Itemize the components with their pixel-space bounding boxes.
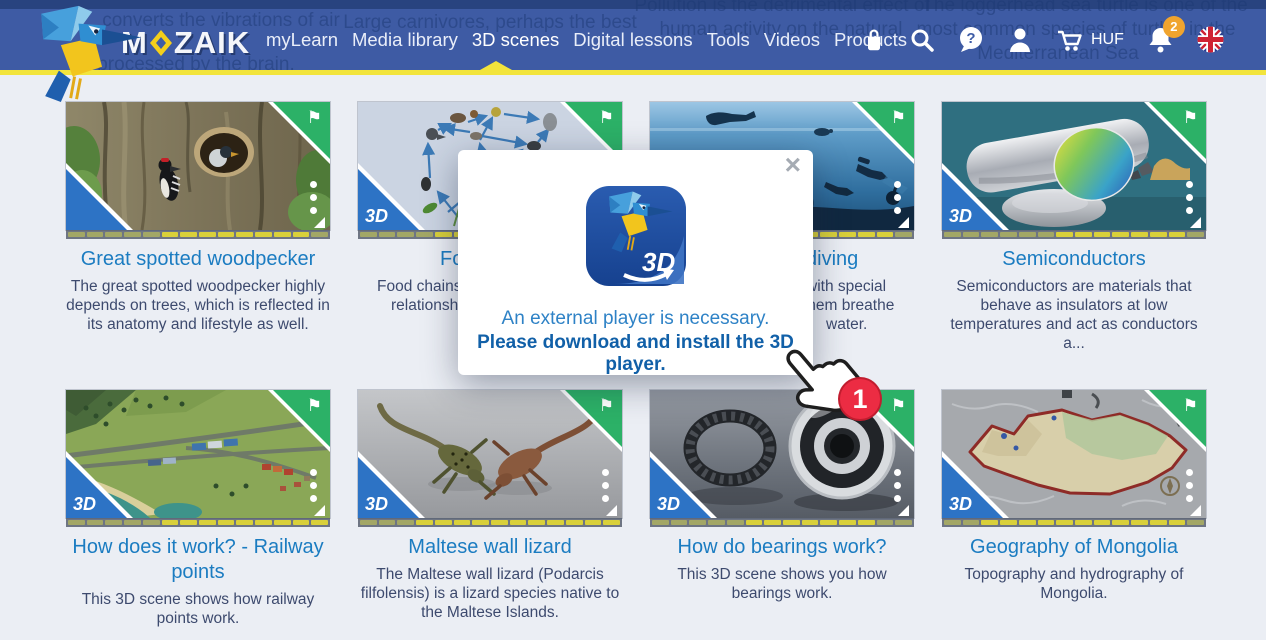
lizard-thumbnail[interactable]: ⚑ 3D bbox=[358, 390, 622, 518]
scene-card-railway-points[interactable]: ⚑ 3D How does it work? - Railway points … bbox=[66, 390, 330, 629]
scene-card-mongolia[interactable]: ⚑ 3D Geography of Mongolia Topography an… bbox=[942, 390, 1206, 604]
bell-icon[interactable]: 2 bbox=[1147, 25, 1174, 54]
user-icon[interactable] bbox=[1007, 26, 1033, 53]
card-description: Topography and hydrography of Mongolia. bbox=[942, 566, 1206, 604]
nav-item-videos[interactable]: Videos bbox=[764, 29, 820, 51]
semiconductors-thumbnail[interactable]: ⚑ 3D bbox=[942, 102, 1206, 230]
mozaik-3d-app-icon: 3D bbox=[586, 186, 686, 286]
search-icon[interactable] bbox=[909, 27, 935, 53]
flag-icon: ⚑ bbox=[891, 108, 906, 128]
progress-strip bbox=[66, 518, 330, 527]
notification-badge: 2 bbox=[1163, 16, 1185, 38]
nav-item-3d-scenes[interactable]: 3D scenes bbox=[472, 29, 559, 51]
nav-underline bbox=[0, 70, 1266, 75]
card-menu-dots[interactable] bbox=[1186, 181, 1193, 214]
tutorial-step-badge: 1 bbox=[838, 377, 882, 421]
3d-badge-label: 3D bbox=[73, 494, 96, 515]
progress-strip bbox=[66, 230, 330, 239]
cart-icon[interactable]: HUF bbox=[1056, 26, 1124, 53]
card-title[interactable]: Semiconductors bbox=[942, 247, 1206, 272]
modal-message: An external player is necessary. bbox=[458, 308, 813, 330]
scene-card-bearings[interactable]: ⚑ 3D How do bearings work? This 3D scene… bbox=[650, 390, 914, 604]
card-title[interactable]: Geography of Mongolia bbox=[942, 535, 1206, 560]
progress-strip bbox=[942, 518, 1206, 527]
wordmark-rest: ZAIK bbox=[174, 25, 250, 61]
navbar-top-strip bbox=[0, 0, 1266, 9]
flag-icon: ⚑ bbox=[307, 108, 322, 128]
external-player-modal: × 3D An external player is necessary. Pl… bbox=[458, 150, 813, 375]
progress-strip bbox=[942, 230, 1206, 239]
flag-icon: ⚑ bbox=[891, 396, 906, 416]
railway-thumbnail[interactable]: ⚑ 3D bbox=[66, 390, 330, 518]
progress-strip bbox=[358, 518, 622, 527]
card-title[interactable]: Great spotted woodpecker bbox=[66, 247, 330, 272]
3d-badge-label: 3D bbox=[949, 494, 972, 515]
card-description: This 3D scene shows how railway points w… bbox=[66, 591, 330, 629]
card-description: The great spotted woodpecker highly depe… bbox=[66, 278, 330, 335]
card-description: Semiconductors are materials that behave… bbox=[942, 278, 1206, 354]
card-menu-dots[interactable] bbox=[310, 181, 317, 214]
language-flag-uk-icon[interactable] bbox=[1197, 26, 1224, 53]
nav-icon-bar: ? HUF 2 bbox=[862, 9, 1224, 70]
mongolia-thumbnail[interactable]: ⚑ 3D bbox=[942, 390, 1206, 518]
card-menu-dots[interactable] bbox=[602, 469, 609, 502]
svg-text:?: ? bbox=[966, 30, 975, 47]
card-menu-dots[interactable] bbox=[894, 181, 901, 214]
close-icon[interactable]: × bbox=[785, 150, 801, 180]
3d-badge-label: 3D bbox=[365, 494, 388, 515]
top-navbar: converts the vibrations of air processed… bbox=[0, 0, 1266, 75]
flag-icon: ⚑ bbox=[599, 108, 614, 128]
modal-download-instruction[interactable]: Please download and install the 3D playe… bbox=[458, 332, 813, 376]
main-menu: myLearn Media library 3D scenes Digital … bbox=[266, 9, 907, 70]
card-title[interactable]: Maltese wall lizard bbox=[358, 535, 622, 560]
shopping-bag-icon[interactable] bbox=[862, 26, 886, 54]
nav-item-mylearn[interactable]: myLearn bbox=[266, 29, 338, 51]
currency-label: HUF bbox=[1091, 31, 1124, 49]
card-description: This 3D scene shows you how bearings wor… bbox=[650, 566, 914, 604]
3d-badge-label: 3D bbox=[657, 494, 680, 515]
mozaik-bird-logo-icon[interactable] bbox=[12, 2, 147, 105]
progress-strip bbox=[650, 518, 914, 527]
3d-badge-label: 3D bbox=[365, 206, 388, 227]
card-title[interactable]: How does it work? - Railway points bbox=[66, 535, 330, 585]
3d-badge-label: 3D bbox=[949, 206, 972, 227]
nav-item-tools[interactable]: Tools bbox=[707, 29, 750, 51]
flag-icon: ⚑ bbox=[1183, 396, 1198, 416]
scene-card-woodpecker[interactable]: ⚑ Great spotted woodpecker The great spo… bbox=[66, 102, 330, 335]
woodpecker-thumbnail[interactable]: ⚑ bbox=[66, 102, 330, 230]
scene-card-maltese-wall-lizard[interactable]: ⚑ 3D Maltese wall lizard The Maltese wal… bbox=[358, 390, 622, 623]
nav-item-digital-lessons[interactable]: Digital lessons bbox=[573, 29, 692, 51]
flag-icon: ⚑ bbox=[307, 396, 322, 416]
flag-icon: ⚑ bbox=[599, 396, 614, 416]
help-bubble-icon[interactable]: ? bbox=[958, 26, 984, 53]
scene-card-semiconductors[interactable]: ⚑ 3D Semiconductors Semiconductors are m… bbox=[942, 102, 1206, 354]
card-menu-dots[interactable] bbox=[1186, 469, 1193, 502]
card-menu-dots[interactable] bbox=[894, 469, 901, 502]
card-title[interactable]: How do bearings work? bbox=[650, 535, 914, 560]
flag-icon: ⚑ bbox=[1183, 108, 1198, 128]
card-menu-dots[interactable] bbox=[310, 469, 317, 502]
diamond-icon bbox=[149, 29, 173, 57]
card-description: The Maltese wall lizard (Podarcis filfol… bbox=[358, 566, 622, 623]
nav-item-media-library[interactable]: Media library bbox=[352, 29, 458, 51]
